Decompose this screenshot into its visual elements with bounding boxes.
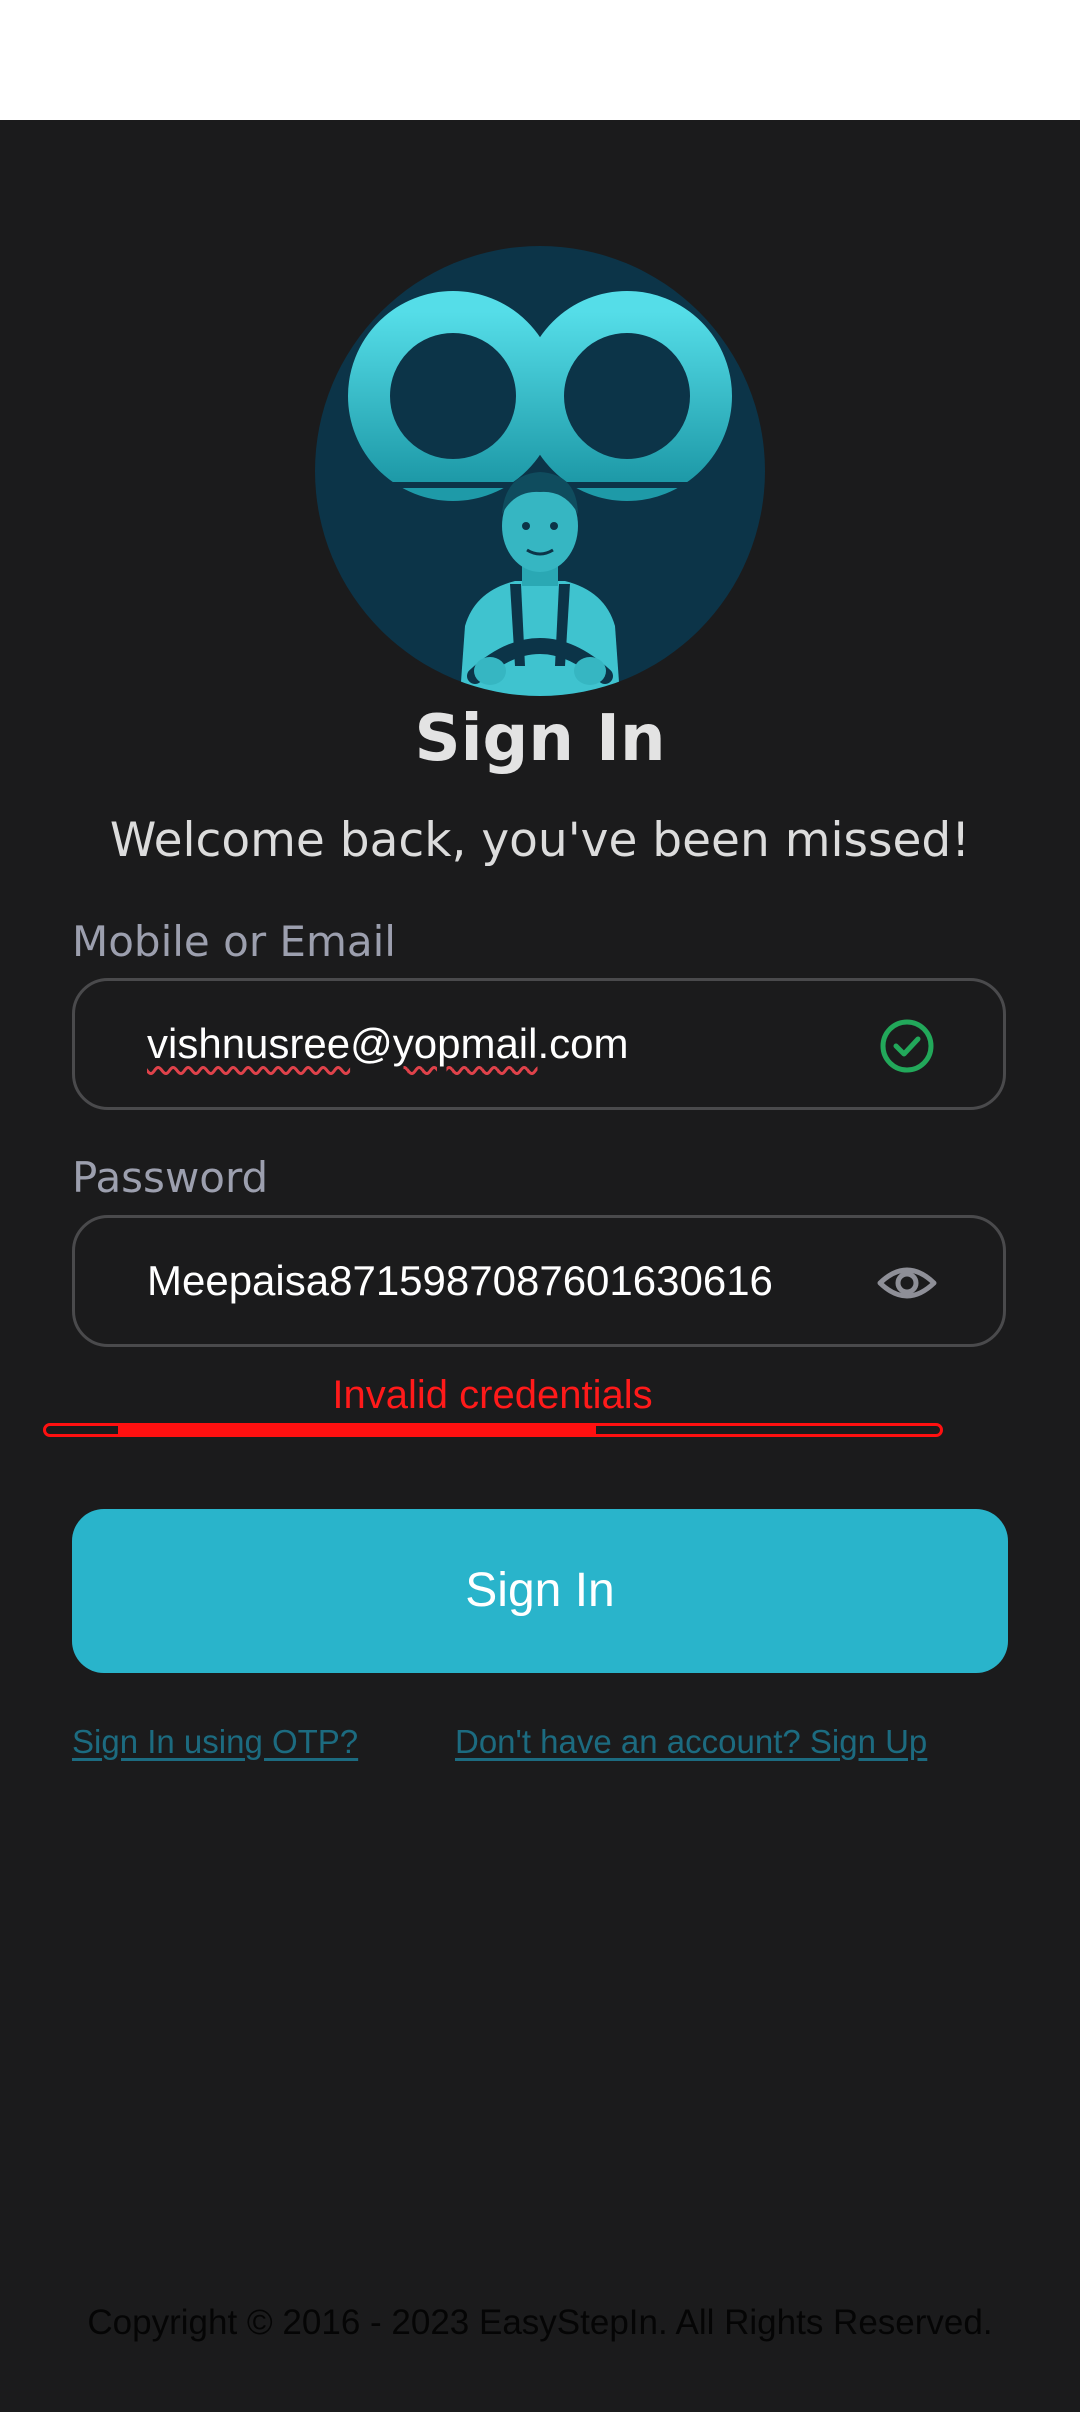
page-subtitle: Welcome back, you've been missed! [109,813,971,868]
email-field-value[interactable]: vishnusree@yopmail.com [147,981,629,1107]
email-value-part: @ [350,1020,393,1067]
eye-icon[interactable] [877,1253,937,1313]
app-logo [315,246,765,696]
email-value-part: yopmail [392,1020,538,1067]
logo-driver-graphic [325,291,755,696]
sign-up-link[interactable]: Don't have an account? Sign Up [455,1719,927,1765]
email-value-part: .com [537,1020,629,1067]
email-field[interactable]: vishnusree@yopmail.com [72,978,1006,1110]
sign-in-button[interactable]: Sign In [72,1509,1008,1673]
progress-bar-fill [118,1423,596,1437]
check-circle-icon [877,1016,937,1076]
email-value-part: vishnusree [147,1020,351,1067]
password-field[interactable]: Meepaisa8715987087601630616 [72,1215,1006,1347]
email-field-label: Mobile or Email [72,917,396,966]
password-field-label: Password [72,1153,269,1202]
status-bar [0,0,1080,120]
page-title: Sign In [414,702,666,776]
sign-in-otp-link[interactable]: Sign In using OTP? [72,1719,358,1765]
error-message: Invalid credentials [332,1373,653,1417]
password-field-value[interactable]: Meepaisa8715987087601630616 [147,1218,773,1344]
copyright-text: Copyright © 2016 - 2023 EasyStepIn. All … [87,2303,993,2342]
